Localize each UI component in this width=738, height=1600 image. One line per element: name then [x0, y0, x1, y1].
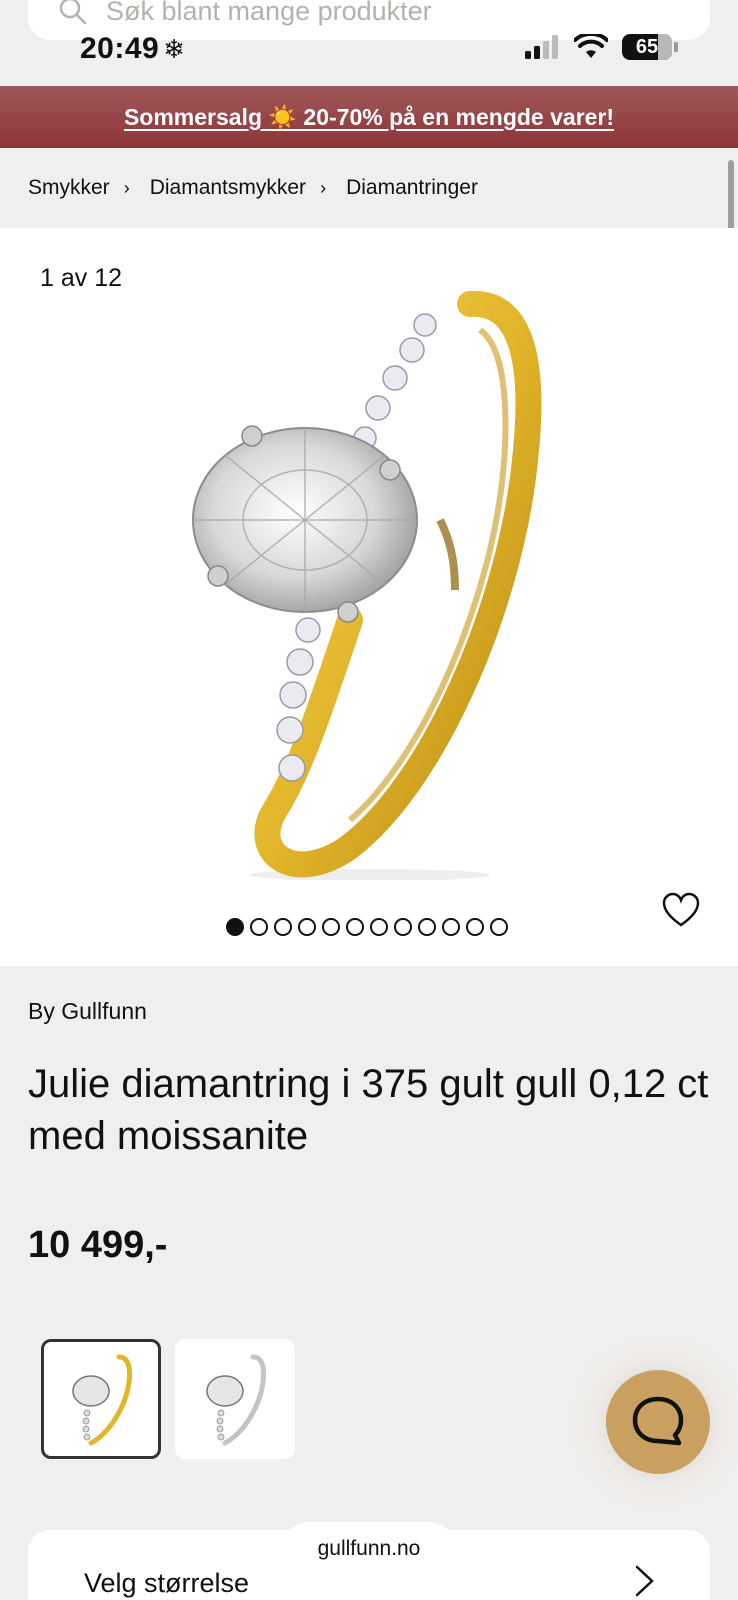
gallery-dot[interactable] [466, 918, 484, 936]
chevron-right-icon [635, 1565, 654, 1597]
breadcrumb-item-diamantringer[interactable]: Diamantringer [346, 176, 478, 200]
gallery-dot[interactable] [322, 918, 340, 936]
size-selector-label: Velg størrelse [84, 1568, 250, 1598]
snowflake-icon: ❄ [163, 33, 186, 64]
gallery-dot[interactable] [250, 918, 268, 936]
gallery-counter: 1 av 12 [40, 264, 123, 292]
product-image[interactable] [180, 290, 560, 880]
chevron-right-icon: › [320, 177, 327, 198]
gallery-dot[interactable] [418, 918, 436, 936]
gallery-dot[interactable] [394, 918, 412, 936]
breadcrumb-item-smykker[interactable]: Smykker [28, 176, 110, 200]
variant-yellow-gold[interactable] [41, 1339, 161, 1459]
variant-white-gold[interactable] [175, 1339, 295, 1459]
variant-image-white [206, 1354, 266, 1446]
status-time: 20:49 ❄ [80, 32, 186, 66]
chat-button[interactable] [606, 1370, 710, 1474]
gallery-dot[interactable] [346, 918, 364, 936]
wifi-icon [574, 34, 608, 58]
heart-icon[interactable] [662, 892, 700, 928]
variant-image-gold [72, 1354, 132, 1446]
product-title: Julie diamantring i 375 gult gull 0,12 c… [28, 1062, 709, 1158]
gallery-dot[interactable] [274, 918, 292, 936]
gallery-dot[interactable] [490, 918, 508, 936]
browser-url[interactable]: gullfunn.no [282, 1522, 456, 1576]
variant-selector [41, 1339, 295, 1459]
gallery-dot[interactable] [226, 918, 244, 936]
gallery-dot[interactable] [370, 918, 388, 936]
clock: 20:49 [80, 32, 160, 65]
promo-banner[interactable]: Sommersalg ☀️ 20-70% på en mengde varer! [0, 86, 738, 148]
search-input[interactable]: Søk blant mange produkter [106, 0, 432, 26]
signal-icon [525, 35, 558, 59]
brand-name[interactable]: By Gullfunn [28, 998, 147, 1025]
breadcrumb: Smykker › Diamantsmykker › Diamantringer [0, 148, 738, 228]
product-gallery[interactable]: 1 av 12 [0, 228, 738, 966]
product-price: 10 499,- [28, 1224, 168, 1266]
search-icon [59, 0, 87, 25]
status-icons: 65 [524, 34, 678, 60]
gallery-dot[interactable] [442, 918, 460, 936]
status-area: Søk blant mange produkter 20:49 ❄ 65 [0, 0, 738, 86]
battery-icon: 65 [622, 34, 678, 60]
battery-level: 65 [635, 35, 659, 58]
gallery-dot[interactable] [298, 918, 316, 936]
chat-icon [632, 1396, 684, 1446]
gallery-dots [226, 918, 508, 936]
breadcrumb-item-diamantsmykker[interactable]: Diamantsmykker [150, 176, 306, 200]
promo-link[interactable]: Sommersalg ☀️ 20-70% på en mengde varer! [124, 104, 614, 131]
chevron-right-icon: › [123, 177, 130, 198]
